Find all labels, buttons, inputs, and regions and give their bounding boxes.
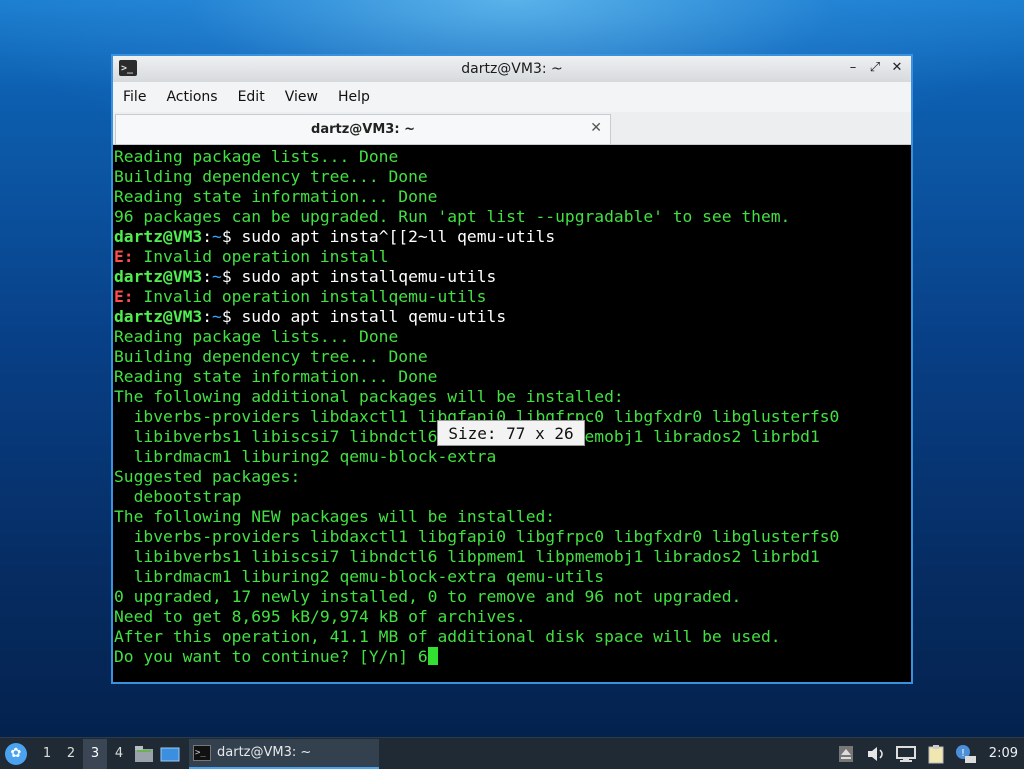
menu-view[interactable]: View <box>275 89 328 105</box>
terminal-line: E: Invalid operation installqemu-utils <box>114 287 911 307</box>
terminal-line: dartz@VM3:~$ sudo apt insta^[[2~ll qemu-… <box>114 227 911 247</box>
terminal-line: Reading package lists... Done <box>114 327 911 347</box>
terminal-line: Need to get 8,695 kB/9,974 kB of archive… <box>114 607 911 627</box>
svg-text:!: ! <box>961 748 965 759</box>
output-text: Suggested packages: <box>114 467 301 486</box>
terminal-line: After this operation, 41.1 MB of additio… <box>114 627 911 647</box>
prompt-path: ~ <box>212 227 222 246</box>
prompt-path: ~ <box>212 267 222 286</box>
task-label: dartz@VM3: ~ <box>217 745 312 760</box>
output-text: debootstrap <box>114 487 242 506</box>
clipboard-icon[interactable] <box>925 743 947 765</box>
tab-close-icon[interactable]: ✕ <box>590 120 602 136</box>
output-text: 0 upgraded, 17 newly installed, 0 to rem… <box>114 587 742 606</box>
terminal-line: Reading state information... Done <box>114 187 911 207</box>
file-manager-icon[interactable] <box>133 743 155 765</box>
terminal-window[interactable]: >_ dartz@VM3: ~ – ⤢ ✕ File Actions Edit … <box>111 54 913 684</box>
output-text: Building dependency tree... Done <box>114 167 428 186</box>
terminal-line: E: Invalid operation install <box>114 247 911 267</box>
output-text: libibverbs1 libiscsi7 libndctl6 libpmem1… <box>114 547 820 566</box>
terminal-line: dartz@VM3:~$ sudo apt installqemu-utils <box>114 267 911 287</box>
start-menu-icon[interactable]: ✿ <box>5 742 27 765</box>
output-text: 96 packages can be upgraded. Run 'apt li… <box>114 207 791 226</box>
workspace-1[interactable]: 1 <box>35 746 59 761</box>
prompt-user: dartz@VM3 <box>114 227 203 246</box>
terminal-line: ibverbs-providers libdaxctl1 libgfapi0 l… <box>114 527 911 547</box>
window-controls: – ⤢ ✕ <box>845 59 905 77</box>
notification-icon[interactable]: ! <box>955 743 977 765</box>
output-text: Invalid operation installqemu-utils <box>133 287 487 306</box>
terminal-line: librdmacm1 liburing2 qemu-block-extra <box>114 447 911 467</box>
window-title: dartz@VM3: ~ <box>461 61 563 77</box>
terminal-line: Building dependency tree... Done <box>114 347 911 367</box>
eject-icon[interactable] <box>835 743 857 765</box>
taskbar: ✿ 1 2 3 4 >_ dartz@VM3: ~ ! 2:09 <box>0 737 1024 769</box>
error-prefix: E: <box>114 287 134 306</box>
show-desktop-icon[interactable] <box>159 743 181 765</box>
terminal-line: 0 upgraded, 17 newly installed, 0 to rem… <box>114 587 911 607</box>
prompt-user: dartz@VM3 <box>114 307 203 326</box>
prompt-command: $ sudo apt installqemu-utils <box>221 267 497 286</box>
terminal-line: Reading package lists... Done <box>114 147 911 167</box>
system-tray: ! 2:09 <box>831 738 1024 769</box>
output-text: Reading state information... Done <box>114 367 438 386</box>
network-icon[interactable] <box>895 743 917 765</box>
prompt-separator: : <box>202 227 213 246</box>
terminal-icon: >_ <box>119 60 137 76</box>
title-bar[interactable]: >_ dartz@VM3: ~ – ⤢ ✕ <box>113 56 911 82</box>
terminal-line: Building dependency tree... Done <box>114 167 911 187</box>
prompt-path: ~ <box>212 307 222 326</box>
text-cursor <box>427 647 438 665</box>
tab-bar: dartz@VM3: ~ ✕ <box>113 112 911 145</box>
tab-label: dartz@VM3: ~ <box>311 122 415 137</box>
menu-actions[interactable]: Actions <box>156 89 227 105</box>
terminal-line: 96 packages can be upgraded. Run 'apt li… <box>114 207 911 227</box>
output-text: ibverbs-providers libdaxctl1 libgfapi0 l… <box>114 527 840 546</box>
terminal-line: Suggested packages: <box>114 467 911 487</box>
terminal-line: The following NEW packages will be insta… <box>114 507 911 527</box>
minimize-button[interactable]: – <box>845 59 861 77</box>
clock[interactable]: 2:09 <box>989 746 1018 761</box>
terminal-line: libibverbs1 libiscsi7 libndctl6 libpmem1… <box>114 547 911 567</box>
terminal-line: librdmacm1 liburing2 qemu-block-extra qe… <box>114 567 911 587</box>
terminal-line: The following additional packages will b… <box>114 387 911 407</box>
taskbar-terminal-task[interactable]: >_ dartz@VM3: ~ <box>189 738 379 769</box>
output-text: Reading package lists... Done <box>114 327 399 346</box>
output-text: librdmacm1 liburing2 qemu-block-extra <box>114 447 497 466</box>
menu-edit[interactable]: Edit <box>228 89 275 105</box>
tab-terminal[interactable]: dartz@VM3: ~ ✕ <box>115 114 611 144</box>
prompt-separator: : <box>202 307 213 326</box>
output-text: Reading state information... Done <box>114 187 438 206</box>
prompt-command: $ sudo apt install qemu-utils <box>221 307 507 326</box>
menu-file[interactable]: File <box>113 89 156 105</box>
terminal-line: Do you want to continue? [Y/n] 6 <box>114 647 911 667</box>
terminal-line: dartz@VM3:~$ sudo apt install qemu-utils <box>114 307 911 327</box>
terminal-line: debootstrap <box>114 487 911 507</box>
output-text: Building dependency tree... Done <box>114 347 428 366</box>
prompt-separator: : <box>202 267 213 286</box>
output-text: librdmacm1 liburing2 qemu-block-extra qe… <box>114 567 605 586</box>
volume-icon[interactable] <box>865 743 887 765</box>
error-prefix: E: <box>114 247 134 266</box>
output-text: Invalid operation install <box>133 247 389 266</box>
size-tooltip: Size: 77 x 26 <box>437 420 585 446</box>
prompt-user: dartz@VM3 <box>114 267 203 286</box>
output-text: The following NEW packages will be insta… <box>114 507 556 526</box>
terminal-icon: >_ <box>193 744 211 761</box>
menu-bar: File Actions Edit View Help <box>113 82 911 112</box>
terminal-line: Reading state information... Done <box>114 367 911 387</box>
prompt-command: $ sudo apt insta^[[2~ll qemu-utils <box>221 227 556 246</box>
output-text: Need to get 8,695 kB/9,974 kB of archive… <box>114 607 526 626</box>
output-text: Reading package lists... Done <box>114 147 399 166</box>
output-text: The following additional packages will b… <box>114 387 624 406</box>
terminal-output[interactable]: Reading package lists... Done Building de… <box>113 145 911 682</box>
close-button[interactable]: ✕ <box>889 59 905 77</box>
workspace-2[interactable]: 2 <box>59 746 83 761</box>
menu-help[interactable]: Help <box>328 89 380 105</box>
workspace-3[interactable]: 3 <box>83 738 107 769</box>
maximize-button[interactable]: ⤢ <box>867 59 883 77</box>
workspace-4[interactable]: 4 <box>107 746 131 761</box>
output-text: After this operation, 41.1 MB of additio… <box>114 627 781 646</box>
output-text: Do you want to continue? [Y/n] 6 <box>114 647 428 666</box>
